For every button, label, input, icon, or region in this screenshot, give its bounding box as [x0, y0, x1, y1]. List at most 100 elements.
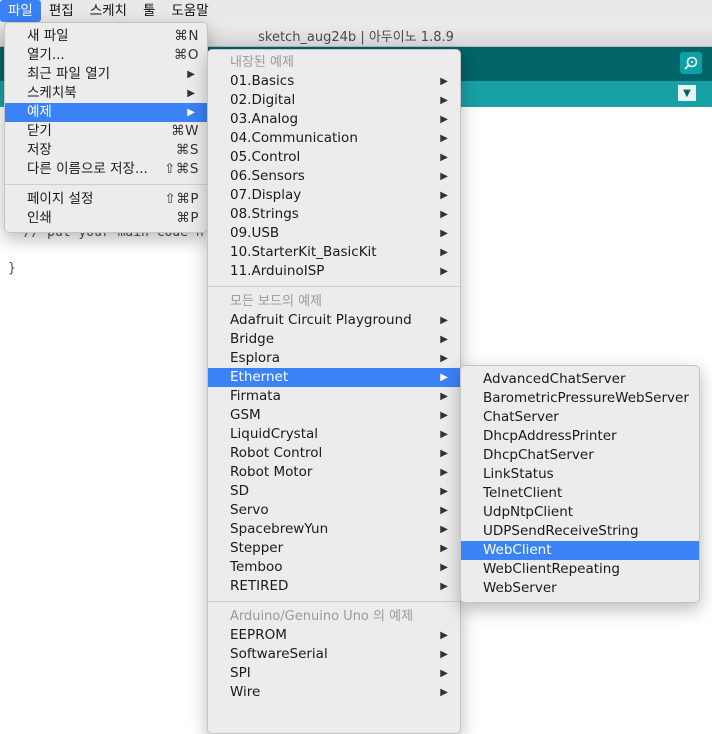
ethernet-item-webserver[interactable]: WebServer	[461, 579, 699, 598]
right-triangle-icon: ▶	[440, 429, 448, 440]
examples-item-servo[interactable]: Servo ▶	[208, 501, 460, 520]
right-triangle-icon: ▶	[440, 247, 448, 258]
menu-item-new[interactable]: 새 파일 ⌘N	[5, 27, 207, 46]
serial-monitor-button[interactable]	[680, 52, 702, 74]
examples-item-firmata[interactable]: Firmata ▶	[208, 387, 460, 406]
examples-item-ethernet[interactable]: Ethernet ▶	[208, 368, 460, 387]
menubar-sketch[interactable]: 스케치	[82, 0, 135, 22]
examples-item-robot-motor[interactable]: Robot Motor ▶	[208, 463, 460, 482]
examples-item-wire[interactable]: Wire ▶	[208, 683, 460, 702]
menubar-edit[interactable]: 편집	[41, 0, 82, 22]
right-triangle-icon: ▶	[440, 209, 448, 220]
right-triangle-icon: ▶	[440, 266, 448, 277]
mac-menubar: 파일 편집 스케치 툴 도움말	[0, 0, 712, 23]
ethernet-item-advancedchatserver[interactable]: AdvancedChatServer	[461, 370, 699, 389]
menu-item-save-as[interactable]: 다른 이름으로 저장... ⇧⌘S	[5, 160, 207, 179]
examples-item-03-analog[interactable]: 03.Analog ▶	[208, 110, 460, 129]
menu-item-label: ChatServer	[483, 409, 559, 425]
examples-item-10-starterkit-basickit[interactable]: 10.StarterKit_BasicKit ▶	[208, 243, 460, 262]
tab-menu-button[interactable]: ▼	[678, 85, 696, 101]
ethernet-item-webclientrepeating[interactable]: WebClientRepeating	[461, 560, 699, 579]
menu-item-label: 저장	[27, 142, 52, 158]
examples-item-09-usb[interactable]: 09.USB ▶	[208, 224, 460, 243]
menu-item-save[interactable]: 저장 ⌘S	[5, 141, 207, 160]
menu-item-label: 05.Control	[230, 149, 301, 165]
examples-item-softwareserial[interactable]: SoftwareSerial ▶	[208, 645, 460, 664]
menu-item-label: SD	[230, 483, 249, 499]
ethernet-item-telnetclient[interactable]: TelnetClient	[461, 484, 699, 503]
examples-item-spi[interactable]: SPI ▶	[208, 664, 460, 683]
menubar-file[interactable]: 파일	[0, 0, 41, 22]
examples-item-eeprom[interactable]: EEPROM ▶	[208, 626, 460, 645]
examples-item-temboo[interactable]: Temboo ▶	[208, 558, 460, 577]
menu-item-label: 새 파일	[27, 28, 69, 44]
ethernet-item-dhcpchatserver[interactable]: DhcpChatServer	[461, 446, 699, 465]
examples-item-bridge[interactable]: Bridge ▶	[208, 330, 460, 349]
right-triangle-icon: ▶	[440, 372, 448, 383]
menu-item-label: DhcpAddressPrinter	[483, 428, 617, 444]
examples-item-11-arduinoisp[interactable]: 11.ArduinoISP ▶	[208, 262, 460, 281]
menu-item-label: WebServer	[483, 580, 557, 596]
menu-item-page-setup[interactable]: 페이지 설정 ⇧⌘P	[5, 190, 207, 209]
examples-item-liquidcrystal[interactable]: LiquidCrystal ▶	[208, 425, 460, 444]
ethernet-item-webclient[interactable]: WebClient	[461, 541, 699, 560]
menu-item-examples[interactable]: 예제 ▶	[5, 103, 207, 122]
examples-item-05-control[interactable]: 05.Control ▶	[208, 148, 460, 167]
ethernet-item-chatserver[interactable]: ChatServer	[461, 408, 699, 427]
menu-item-label: 열기...	[27, 47, 65, 63]
menu-item-label: 스케치북	[27, 85, 77, 101]
examples-item-stepper[interactable]: Stepper ▶	[208, 539, 460, 558]
ethernet-item-barometricpressurewebserver[interactable]: BarometricPressureWebServer	[461, 389, 699, 408]
right-triangle-icon: ▶	[440, 668, 448, 679]
examples-item-adafruit-circuit-playground[interactable]: Adafruit Circuit Playground ▶	[208, 311, 460, 330]
menubar-help[interactable]: 도움말	[163, 0, 216, 22]
examples-item-02-digital[interactable]: 02.Digital ▶	[208, 91, 460, 110]
examples-item-04-communication[interactable]: 04.Communication ▶	[208, 129, 460, 148]
menu-item-close[interactable]: 닫기 ⌘W	[5, 122, 207, 141]
menu-item-label: 02.Digital	[230, 92, 296, 108]
ethernet-item-udpsendreceivestring[interactable]: UDPSendReceiveString	[461, 522, 699, 541]
menu-item-label: 01.Basics	[230, 73, 295, 89]
menu-item-label: Bridge	[230, 331, 275, 347]
section-header-builtin: 내장된 예제	[230, 55, 294, 70]
menu-item-label: SpacebrewYun	[230, 521, 329, 537]
examples-item-retired[interactable]: RETIRED ▶	[208, 577, 460, 596]
examples-item-07-display[interactable]: 07.Display ▶	[208, 186, 460, 205]
examples-item-06-sensors[interactable]: 06.Sensors ▶	[208, 167, 460, 186]
menu-item-sketchbook[interactable]: 스케치북 ▶	[5, 84, 207, 103]
file-menu: 새 파일 ⌘N 열기... ⌘O 최근 파일 열기 ▶ 스케치북 ▶ 예제 ▶ 닫기 ⌘W …	[4, 22, 208, 233]
menu-item-label: 11.ArduinoISP	[230, 263, 325, 279]
right-triangle-icon: ▶	[187, 88, 195, 99]
examples-item-sd[interactable]: SD ▶	[208, 482, 460, 501]
right-triangle-icon: ▶	[440, 315, 448, 326]
examples-item-08-strings[interactable]: 08.Strings ▶	[208, 205, 460, 224]
magnifier-icon	[684, 56, 698, 70]
menu-item-label: DhcpChatServer	[483, 447, 594, 463]
right-triangle-icon: ▶	[440, 114, 448, 125]
examples-item-spacebrewyun[interactable]: SpacebrewYun ▶	[208, 520, 460, 539]
menu-item-label: 04.Communication	[230, 130, 358, 146]
menu-item-label: 03.Analog	[230, 111, 299, 127]
menu-item-label: SPI	[230, 665, 251, 681]
examples-item-esplora[interactable]: Esplora ▶	[208, 349, 460, 368]
menu-item-label: 07.Display	[230, 187, 302, 203]
menu-item-label: Adafruit Circuit Playground	[230, 312, 412, 328]
menu-item-label: LiquidCrystal	[230, 426, 319, 442]
examples-item-robot-control[interactable]: Robot Control ▶	[208, 444, 460, 463]
menu-item-print[interactable]: 인쇄 ⌘P	[5, 209, 207, 228]
menu-item-label: RETIRED	[230, 578, 289, 594]
ethernet-item-udpntpclient[interactable]: UdpNtpClient	[461, 503, 699, 522]
shortcut: ⌘W	[171, 123, 199, 139]
examples-item-gsm[interactable]: GSM ▶	[208, 406, 460, 425]
menu-item-open-recent[interactable]: 최근 파일 열기 ▶	[5, 65, 207, 84]
menu-item-label: 예제	[27, 104, 52, 120]
examples-item-01-basics[interactable]: 01.Basics ▶	[208, 72, 460, 91]
ethernet-item-dhcpaddressprinter[interactable]: DhcpAddressPrinter	[461, 427, 699, 446]
ethernet-item-linkstatus[interactable]: LinkStatus	[461, 465, 699, 484]
right-triangle-icon: ▶	[440, 524, 448, 535]
menubar-tools[interactable]: 툴	[135, 0, 163, 22]
menu-item-open[interactable]: 열기... ⌘O	[5, 46, 207, 65]
right-triangle-icon: ▶	[440, 410, 448, 421]
menu-item-label: Robot Control	[230, 445, 323, 461]
menu-item-label: 10.StarterKit_BasicKit	[230, 244, 377, 260]
